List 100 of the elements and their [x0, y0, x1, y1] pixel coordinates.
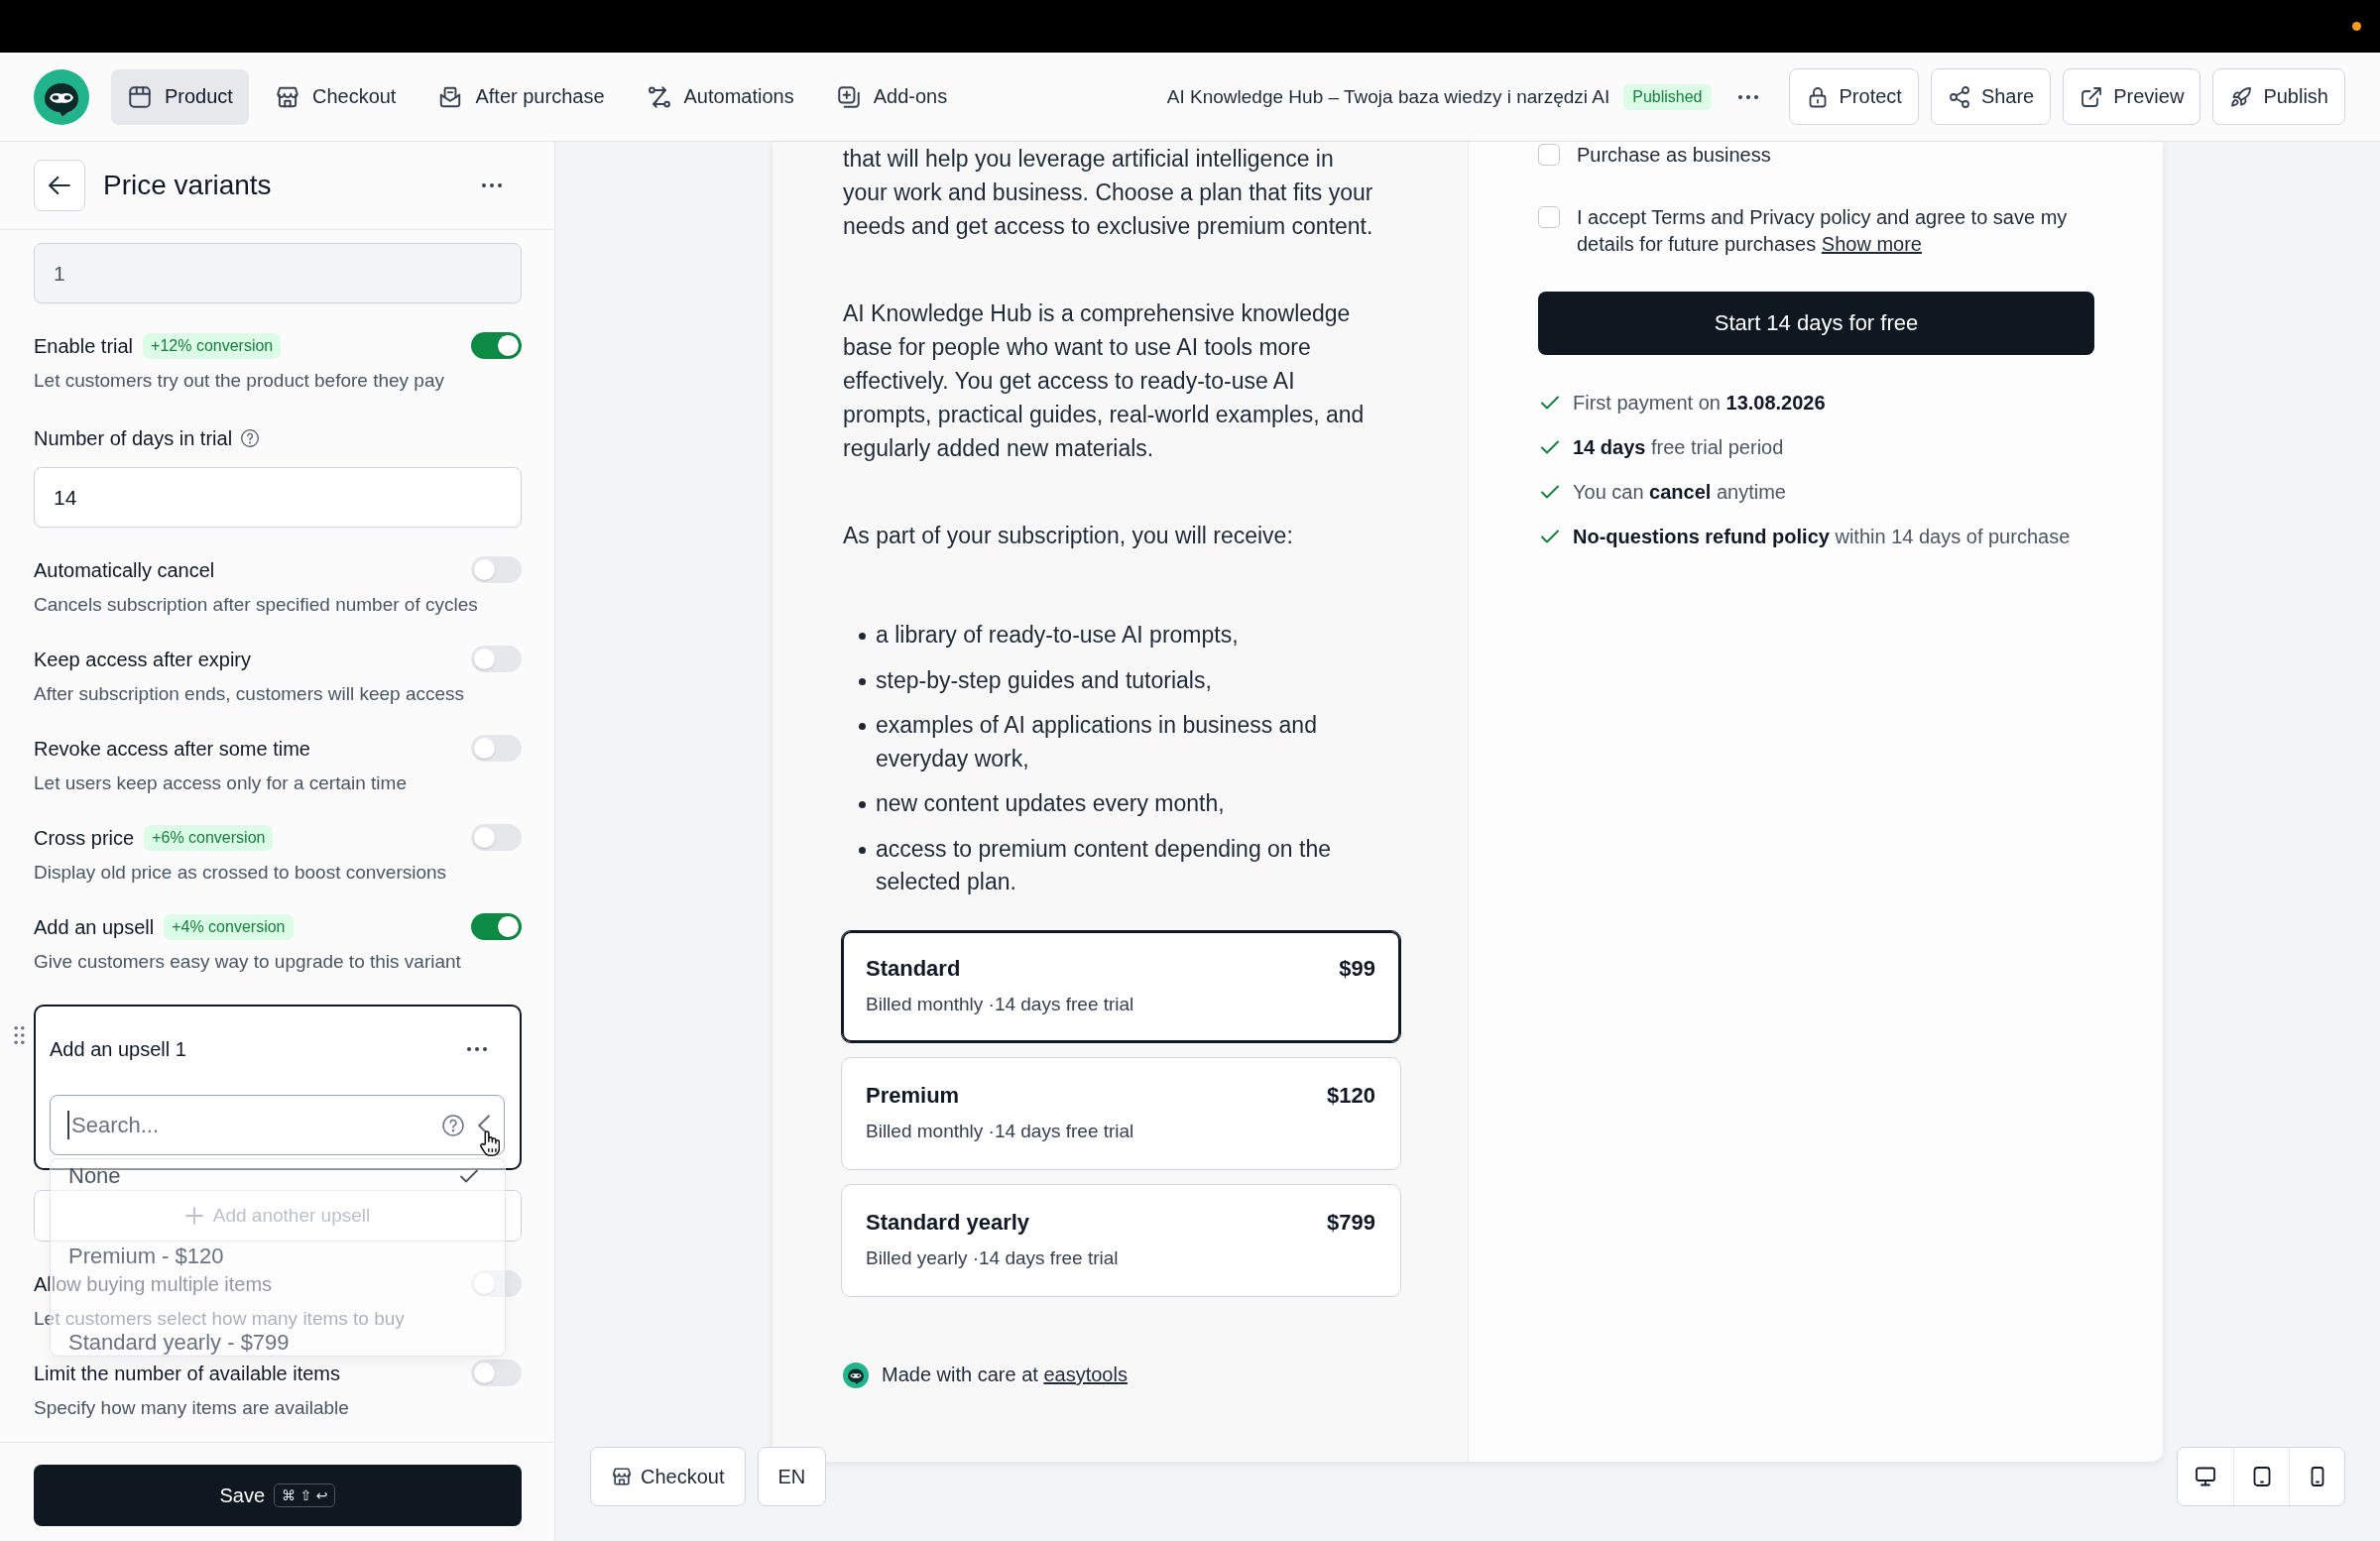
page-title: AI Knowledge Hub – Twoja baza wiedzy i narzędzi AI: [1166, 85, 1610, 108]
dropdown-option[interactable]: Premium - $120: [68, 1244, 481, 1268]
setting-label: Enable trial: [34, 333, 134, 358]
checkbox[interactable]: [1538, 206, 1560, 228]
setting-label: Limit the number of available items: [34, 1361, 341, 1385]
checkout-view-button[interactable]: Checkout: [590, 1447, 746, 1506]
dropdown-option[interactable]: None: [68, 1163, 481, 1188]
plan-details: Billed yearly ·14 days free trial: [866, 1245, 1120, 1270]
benefit-text: You can cancel anytime: [1573, 480, 1786, 505]
nav-tab[interactable]: After purchase: [421, 68, 621, 125]
upsell-title: Add an upsell 1: [50, 1037, 186, 1061]
text-caret-icon: [67, 1111, 69, 1139]
plan-option[interactable]: Standard yearly $799 Billed yearly ·14 days free trial: [841, 1183, 1401, 1297]
conversion-badge: +6% conversion: [144, 824, 274, 851]
logo-icon[interactable]: [34, 68, 89, 125]
setting-description: Let customers select how many items to buy: [34, 1307, 406, 1331]
hand-cursor-icon: [480, 1129, 500, 1157]
nav-tab[interactable]: Add-ons: [819, 68, 964, 125]
plan-details: Billed monthly ·14 days free trial: [866, 1119, 1135, 1143]
bullet-icon: [859, 846, 866, 854]
checkbox-label: I accept Terms and Privacy policy and agree to save my details for future purchases Show more: [1577, 205, 2069, 257]
setting-label: Cross price: [34, 825, 135, 850]
checkbox[interactable]: [1538, 144, 1560, 166]
check-icon: [1541, 483, 1559, 501]
setting-description: Specify how many items are available: [34, 1396, 350, 1420]
toggle-switch[interactable]: [471, 1270, 522, 1297]
start-trial-button[interactable]: Start 14 days for free: [1538, 292, 2094, 355]
bullet-icon: [859, 677, 866, 685]
setting-label: Allow buying multiple items: [34, 1271, 273, 1296]
plan-price: $99: [1339, 955, 1375, 982]
setting-description: Let customers try out the product before they pay: [34, 369, 445, 393]
plan-price: $120: [1327, 1082, 1375, 1109]
more-icon[interactable]: [1736, 93, 1759, 100]
footer-link[interactable]: easytools: [1043, 1363, 1128, 1385]
keyboard-shortcut: ⌘ ⇧ ↩: [274, 1483, 336, 1507]
list-item-text: access to premium content depending on the selected plan.: [876, 834, 1332, 896]
show-more-link[interactable]: Show more: [1821, 233, 1922, 255]
arrow-left-icon: [49, 175, 70, 196]
rocket-icon: [2229, 84, 2254, 109]
description-paragraph: AI Knowledge Hub is a comprehensive knowledge base for people who want to use AI tools more effectively. You get access to ready-to-use AI prompts, practical guides, real-world examples, and regularly added new materials.: [843, 299, 1366, 463]
save-button[interactable]: Save ⌘ ⇧ ↩: [34, 1465, 522, 1526]
dropdown-option[interactable]: Standard yearly - $799: [68, 1330, 481, 1355]
plus-icon: [184, 1207, 203, 1225]
bullet-icon: [859, 633, 866, 640]
description-paragraph: that will help you leverage artificial intelligence in your work and business. Choose a plan that fits your needs and get access to exclusive premium content.: [843, 145, 1374, 241]
language-button[interactable]: EN: [757, 1447, 827, 1506]
nav-tab[interactable]: Checkout: [258, 68, 413, 125]
preview-button[interactable]: Preview: [2063, 68, 2202, 125]
footer-text: Made with care at easytools: [882, 1363, 1128, 1386]
nav-tab[interactable]: Product: [111, 68, 249, 125]
plan-name: Standard yearly: [866, 1209, 1030, 1236]
help-icon: [240, 428, 261, 448]
field-label: Number of days in trial: [34, 426, 233, 450]
share-button[interactable]: Share: [1930, 68, 2052, 125]
toggle-switch[interactable]: [471, 1360, 522, 1386]
toggle-switch[interactable]: [471, 646, 522, 672]
panel-title: Price variants: [103, 170, 272, 201]
setting-description: Give customers easy way to upgrade to this variant: [34, 950, 462, 974]
toggle-switch[interactable]: [471, 913, 522, 940]
conversion-badge: +4% conversion: [164, 913, 294, 940]
nav-tab[interactable]: Automations: [630, 68, 810, 125]
check-icon: [1541, 438, 1559, 456]
setting-description: Cancels subscription after specified number of cycles: [34, 593, 479, 617]
drag-handle-icon[interactable]: [14, 1026, 25, 1044]
store-icon: [611, 1466, 633, 1487]
publish-button[interactable]: Publish: [2212, 68, 2345, 125]
benefit-text: First payment on 13.08.2026: [1573, 391, 1826, 415]
number-field[interactable]: 14: [34, 467, 522, 528]
bullet-icon: [859, 801, 866, 808]
plan-option[interactable]: Premium $120 Billed monthly ·14 days free trial: [841, 1056, 1401, 1170]
indicator-dot-icon: [2352, 22, 2361, 31]
plan-option[interactable]: Standard $99 Billed monthly ·14 days free trial: [841, 929, 1401, 1043]
bullet-icon: [859, 723, 866, 730]
package-icon: [127, 83, 153, 110]
status-badge: Published: [1623, 83, 1712, 110]
setting-label: Add an upsell: [34, 914, 155, 939]
setting-label: Revoke access after some time: [34, 736, 310, 761]
list-item-text: examples of AI applications in business and everyday work,: [876, 711, 1318, 773]
checkbox-label: Purchase as business: [1577, 143, 1771, 168]
route-icon: [646, 83, 672, 110]
toggle-switch[interactable]: [471, 556, 522, 583]
setting-label: Keep access after expiry: [34, 647, 251, 671]
benefit-text: No-questions refund policy within 14 days of purchase: [1573, 525, 2071, 549]
benefit-text: 14 days free trial period: [1573, 435, 1784, 460]
list-item-text: a library of ready-to-use AI prompts,: [876, 621, 1240, 650]
list-item-text: new content updates every month,: [876, 789, 1226, 818]
setting-description: After subscription ends, customers will keep access: [34, 682, 465, 706]
plus-square-icon: [835, 83, 862, 110]
toggle-switch[interactable]: [471, 332, 522, 359]
toggle-switch[interactable]: [471, 735, 522, 762]
search-field[interactable]: Search...: [50, 1095, 505, 1155]
more-icon[interactable]: [466, 1046, 488, 1052]
plan-name: Standard: [866, 955, 961, 982]
protect-button[interactable]: Protect: [1788, 68, 1919, 125]
toggle-switch[interactable]: [471, 824, 522, 851]
monitor-icon: [2194, 1465, 2217, 1488]
plan-price: $799: [1327, 1209, 1375, 1236]
setting-description: Display old price as crossed to boost conversions: [34, 861, 448, 885]
more-icon[interactable]: [481, 182, 503, 188]
back-button[interactable]: [34, 160, 85, 211]
